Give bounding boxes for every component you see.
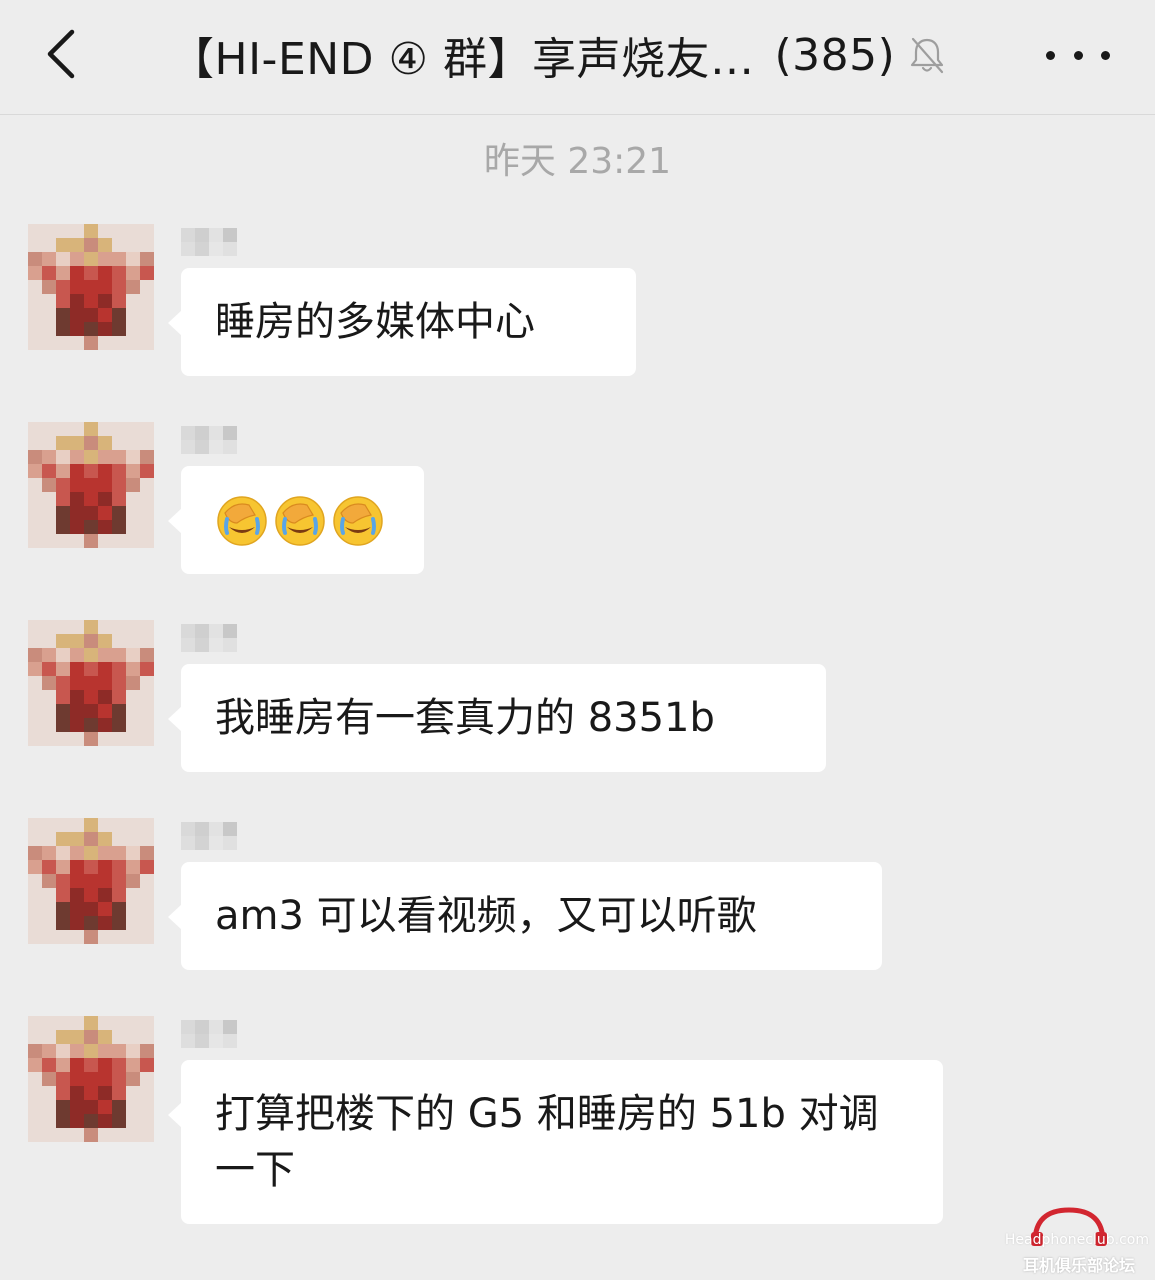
back-button[interactable] (30, 22, 94, 86)
message-bubble[interactable] (168, 466, 424, 574)
message-row: 我睡房有一套真力的 8351b (0, 620, 1155, 780)
facepalm-crying-emoji (333, 496, 383, 546)
message-text: 打算把楼下的 G5 和睡房的 51b 对调一下 (215, 1091, 879, 1193)
message-text: am3 可以看视频，又可以听歌 (215, 893, 757, 939)
chat-timestamp: 昨天 23:21 (483, 141, 672, 182)
chat-title: 【HI-END ④ 群】享声烧友… (385) (170, 25, 949, 85)
message-bubble[interactable]: 睡房的多媒体中心 (168, 268, 636, 376)
more-button[interactable] (1046, 30, 1110, 80)
message-row (0, 422, 1155, 582)
message-row: 打算把楼下的 G5 和睡房的 51b 对调一下 (0, 1016, 1155, 1236)
facepalm-crying-emoji (217, 496, 267, 546)
message-row: am3 可以看视频，又可以听歌 (0, 818, 1155, 978)
avatar[interactable] (28, 422, 154, 548)
bell-muted-icon (911, 37, 944, 74)
more-dot (1073, 50, 1083, 60)
message-text: 睡房的多媒体中心 (215, 299, 535, 345)
sender-nickname-blurred[interactable] (181, 1020, 237, 1048)
chevron-left-icon (47, 29, 75, 79)
sender-nickname-blurred[interactable] (181, 426, 237, 454)
more-dot (1101, 50, 1110, 60)
facepalm-crying-emoji (275, 496, 325, 546)
message-text: 我睡房有一套真力的 8351b (215, 695, 715, 741)
avatar[interactable] (28, 224, 154, 350)
avatar[interactable] (28, 1016, 154, 1142)
member-count: (385) (774, 29, 896, 81)
emoji-row (215, 492, 390, 548)
message-bubble[interactable]: am3 可以看视频，又可以听歌 (168, 862, 882, 970)
watermark-title: 耳机俱乐部论坛 (1022, 1256, 1135, 1275)
message-bubble[interactable]: 我睡房有一套真力的 8351b (168, 664, 826, 772)
avatar[interactable] (28, 818, 154, 944)
watermark-url: Headphoneclub.com (1004, 1232, 1149, 1248)
sender-nickname-blurred[interactable] (181, 822, 237, 850)
avatar[interactable] (28, 620, 154, 746)
message-row: 睡房的多媒体中心 (0, 224, 1155, 384)
message-bubble[interactable]: 打算把楼下的 G5 和睡房的 51b 对调一下 (168, 1060, 943, 1224)
group-name: 【HI-END ④ 群】享声烧友… (170, 34, 755, 85)
site-watermark: Headphoneclub.com 耳机俱乐部论坛 (991, 1206, 1151, 1276)
more-dots-icon (1046, 50, 1055, 60)
nav-bar: 【HI-END ④ 群】享声烧友… (385) (0, 0, 1155, 115)
sender-nickname-blurred[interactable] (181, 228, 237, 256)
sender-nickname-blurred[interactable] (181, 624, 237, 652)
